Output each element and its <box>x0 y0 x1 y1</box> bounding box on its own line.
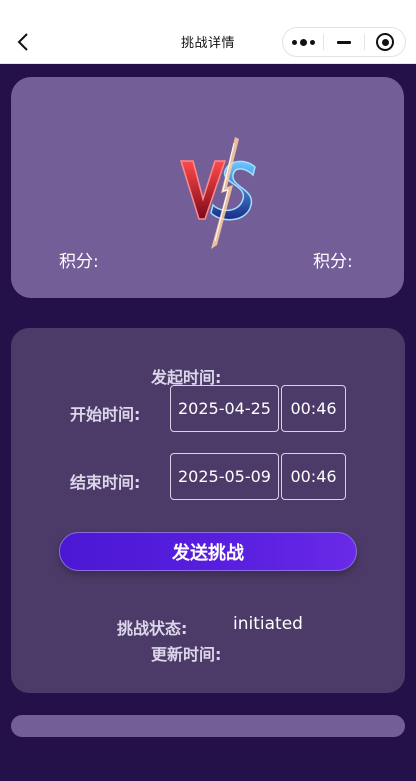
end-time-label: 结束时间: <box>70 473 141 492</box>
minimize-icon <box>337 40 351 44</box>
page: 挑战详情 积分: 积分: 发起时间: 开始时间: 2025-04-25 00:4… <box>0 0 416 781</box>
start-time-picker[interactable]: 00:46 <box>281 385 346 432</box>
more-button[interactable] <box>283 28 323 56</box>
start-date-picker[interactable]: 2025-04-25 <box>170 385 279 432</box>
updated-time-label: 更新时间: <box>151 645 222 664</box>
challenge-form-card: 发起时间: 开始时间: 2025-04-25 00:46 结束时间: 2025-… <box>11 328 405 693</box>
vs-logo-icon <box>179 137 256 249</box>
challenge-status-value: initiated <box>233 614 303 634</box>
close-target-icon <box>376 33 394 51</box>
start-time-label: 开始时间: <box>70 405 141 424</box>
close-button[interactable] <box>365 28 405 56</box>
send-challenge-button[interactable]: 发送挑战 <box>59 532 357 571</box>
more-dots-icon <box>291 38 315 46</box>
end-date-picker[interactable]: 2025-05-09 <box>170 453 279 500</box>
vs-card: 积分: 积分: <box>11 77 404 298</box>
challenge-status-label: 挑战状态: <box>117 619 188 638</box>
nav-bar: 挑战详情 <box>0 0 416 64</box>
left-score-label: 积分: <box>59 252 99 272</box>
right-score-label: 积分: <box>313 252 353 272</box>
capsule-menu <box>282 27 406 57</box>
bottom-card <box>11 715 405 737</box>
minimize-button[interactable] <box>324 28 364 56</box>
end-time-picker[interactable]: 00:46 <box>281 453 346 500</box>
